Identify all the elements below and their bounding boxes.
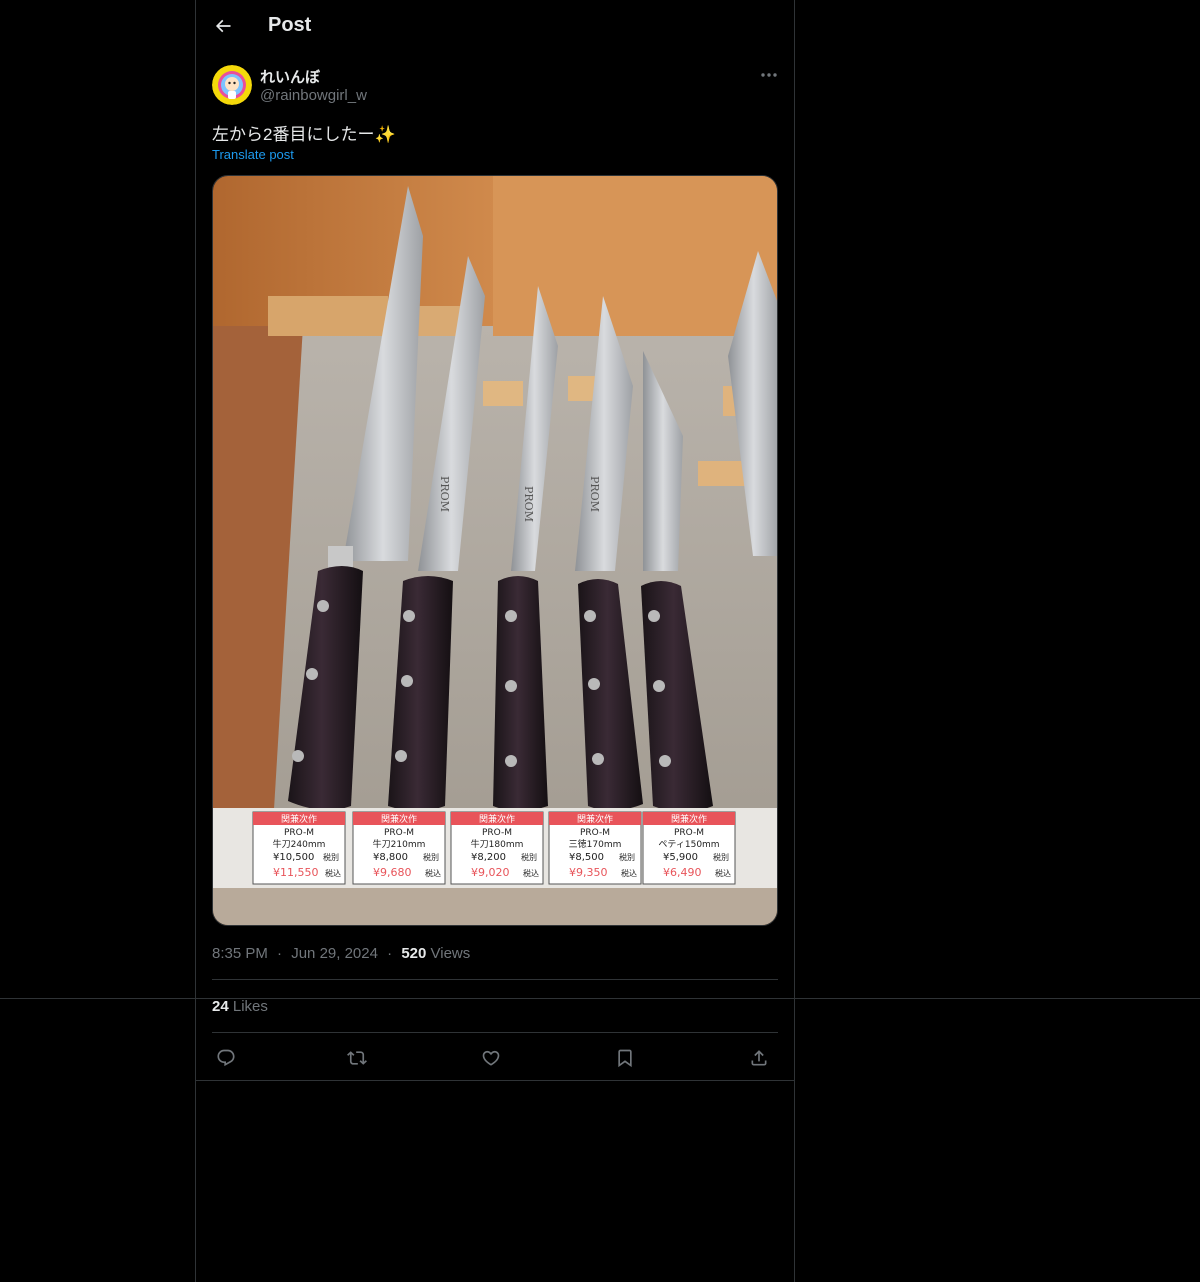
- price-tag-text: PRO-M: [482, 828, 512, 838]
- price-tag-text: ¥9,350: [569, 866, 608, 879]
- divider: [212, 1032, 778, 1033]
- page-title: Post: [268, 14, 312, 36]
- post-time[interactable]: 8:35 PM: [212, 945, 268, 962]
- meta-separator: ·: [387, 945, 393, 962]
- blade-mark: PROM: [588, 476, 601, 512]
- price-tag-text: ペティ150mm: [658, 839, 719, 850]
- bookmark-button[interactable]: [611, 1044, 639, 1072]
- price-tag-text: ¥8,200: [471, 852, 506, 863]
- price-tag-text: 牛刀180mm: [471, 838, 524, 850]
- price-tag-text: 税別: [423, 852, 439, 862]
- post-text: 左から2番目にしたー✨: [212, 125, 396, 144]
- author-display-name[interactable]: れいんぼ: [260, 66, 320, 87]
- blade-mark: PROM: [438, 476, 451, 512]
- meta-separator: ·: [277, 945, 283, 962]
- post-column: Post れいんぼ @rainbowgirl_w 左から2番目にしたー✨ Tra…: [195, 0, 795, 1282]
- price-tag-text: 関兼次作: [281, 813, 317, 825]
- price-tag-text: 税込: [621, 868, 637, 878]
- action-bar: [212, 1040, 778, 1074]
- price-tag-text: PRO-M: [674, 828, 704, 838]
- heart-icon: [482, 1050, 500, 1066]
- repost-button[interactable]: [343, 1044, 371, 1072]
- avatar[interactable]: [212, 65, 252, 105]
- reply-button[interactable]: [212, 1044, 240, 1072]
- price-tag-text: 税込: [715, 868, 731, 878]
- share-button[interactable]: [745, 1044, 773, 1072]
- likes-label: Likes: [232, 998, 268, 1015]
- post-photo[interactable]: 関兼次作 PRO-M 牛刀240mm ¥10,500 税別 ¥11,550 税込 関兼次作 PR…: [212, 175, 778, 926]
- author-handle[interactable]: @rainbowgirl_w: [260, 87, 367, 104]
- post-metadata: 8:35 PM · Jun 29, 2024 · 520 Views: [212, 945, 470, 962]
- price-tag-text: ¥8,500: [569, 852, 604, 863]
- more-icon: [761, 73, 777, 77]
- price-tag-text: 牛刀240mm: [273, 838, 326, 850]
- price-tag: 関兼次作 PRO-Mペティ150mm ¥5,900 税別 ¥6,490 税込: [642, 811, 736, 885]
- price-tag-text: 関兼次作: [381, 813, 417, 825]
- price-tag-text: ¥5,900: [663, 852, 698, 863]
- price-tag-text: ¥6,490: [663, 866, 702, 879]
- back-button[interactable]: [208, 11, 238, 41]
- views-count: 520: [401, 945, 427, 962]
- translate-post-link[interactable]: Translate post: [212, 147, 294, 162]
- price-tag-text: ¥9,020: [471, 866, 510, 879]
- price-tag-text: ¥11,550: [273, 866, 319, 879]
- like-button[interactable]: [477, 1044, 505, 1072]
- arrow-left-icon: [215, 19, 231, 33]
- price-tag-text: 税込: [523, 868, 539, 878]
- price-tag-text: 税別: [521, 852, 537, 862]
- price-tag-text: 税込: [425, 868, 441, 878]
- price-tag-text: 税別: [713, 852, 729, 862]
- post-date[interactable]: Jun 29, 2024: [291, 945, 378, 962]
- divider: [196, 1080, 794, 1081]
- price-tag-text: 関兼次作: [479, 813, 515, 825]
- price-tag-text: 税込: [325, 868, 341, 878]
- page-header: Post: [196, 0, 794, 53]
- price-tag-text: 牛刀210mm: [373, 838, 426, 850]
- repost-icon: [347, 1051, 367, 1065]
- divider: [212, 979, 778, 980]
- price-tag-text: PRO-M: [284, 828, 314, 838]
- price-tag-text: 税別: [323, 852, 339, 862]
- price-tag-text: ¥10,500: [273, 852, 314, 863]
- views-label: Views: [430, 945, 471, 962]
- likes-stat[interactable]: 24 Likes: [212, 998, 268, 1015]
- price-tag-text: 税別: [619, 852, 635, 862]
- price-tag-text: ¥9,680: [373, 866, 412, 879]
- share-icon: [751, 1050, 767, 1066]
- likes-count: 24: [212, 998, 229, 1015]
- price-tag-text: 三徳170mm: [569, 838, 622, 850]
- price-tag-text: 関兼次作: [577, 813, 613, 825]
- price-tag: 関兼次作 PRO-M牛刀210mm ¥8,800 税別 ¥9,680 税込: [352, 811, 446, 885]
- reply-icon: [217, 1049, 235, 1067]
- price-tag: 関兼次作 PRO-M牛刀240mm ¥10,500 税別 ¥11,550 税込: [252, 811, 346, 885]
- price-tag-text: PRO-M: [580, 828, 610, 838]
- price-tag-text: ¥8,800: [373, 852, 408, 863]
- more-options-button[interactable]: [756, 64, 782, 86]
- blade-mark: PROM: [522, 486, 535, 522]
- price-tag-text: PRO-M: [384, 828, 414, 838]
- price-tag: 関兼次作 PRO-M牛刀180mm ¥8,200 税別 ¥9,020 税込: [450, 811, 544, 885]
- price-tag: 関兼次作 PRO-M三徳170mm ¥8,500 税別 ¥9,350 税込: [548, 811, 642, 885]
- price-tag-text: 関兼次作: [671, 813, 707, 825]
- bookmark-icon: [618, 1049, 632, 1068]
